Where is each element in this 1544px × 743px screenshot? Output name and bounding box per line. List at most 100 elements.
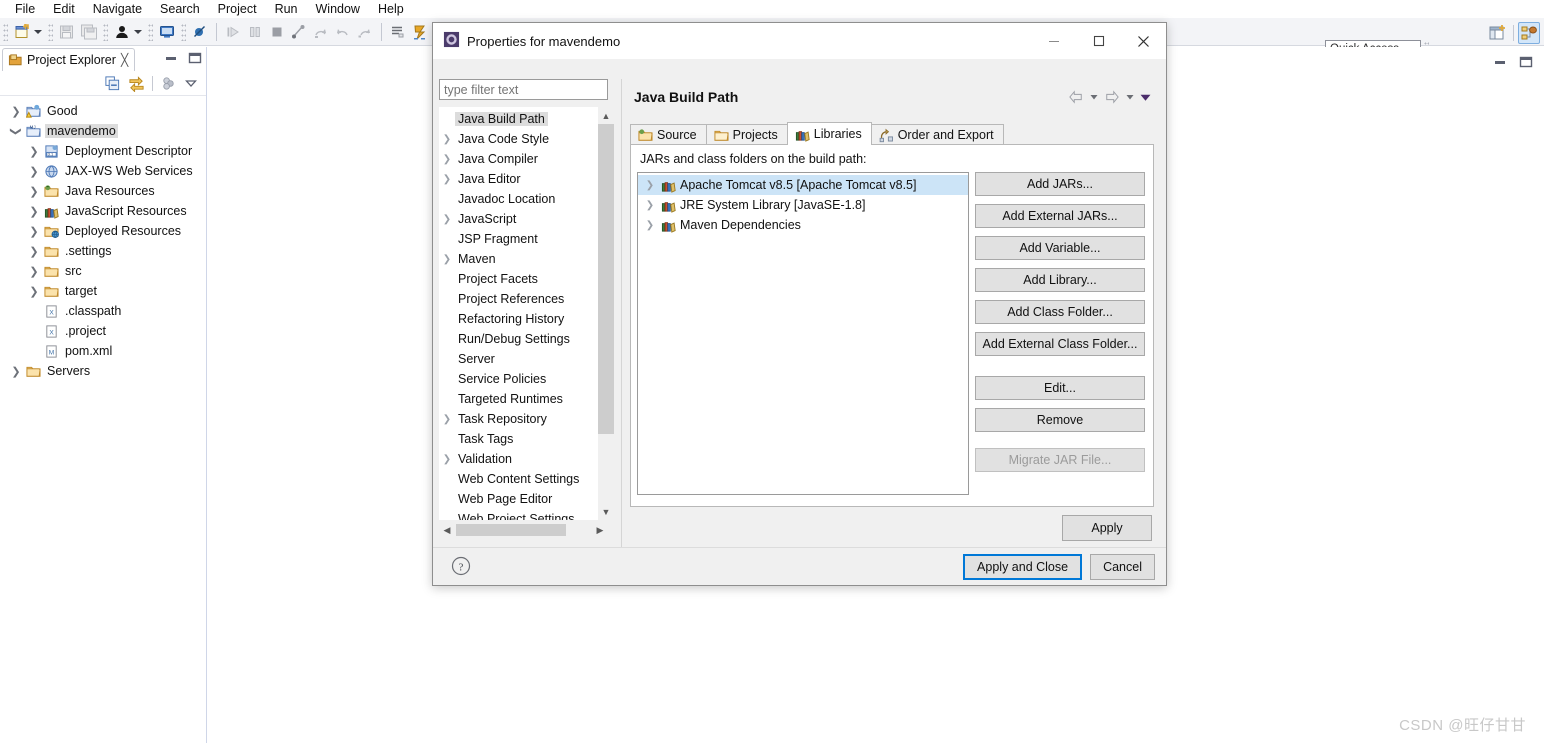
tab-project-explorer[interactable]: Project Explorer ╳	[2, 48, 136, 71]
save-button[interactable]	[56, 21, 78, 43]
tree-item-pom-xml[interactable]: Mpom.xml	[0, 341, 206, 361]
chevron-right-icon[interactable]: ❯	[8, 105, 24, 118]
nav-item-javascript[interactable]: ❯ JavaScript	[439, 209, 591, 229]
nav-item-project-references[interactable]: Project References	[439, 289, 591, 309]
chevron-right-icon[interactable]: ❯	[26, 265, 42, 278]
add-library-button[interactable]: Add Library...	[975, 268, 1145, 292]
nav-item-service-policies[interactable]: Service Policies	[439, 369, 591, 389]
nav-item-jsp-fragment[interactable]: JSP Fragment	[439, 229, 591, 249]
nav-item-server[interactable]: Server	[439, 349, 591, 369]
remove-button[interactable]: Remove	[975, 408, 1145, 432]
nav-item-web-content-settings[interactable]: Web Content Settings	[439, 469, 591, 489]
filter-input[interactable]	[439, 79, 608, 100]
chevron-right-icon[interactable]: ❯	[439, 154, 455, 165]
tree-item-deployed-resources[interactable]: ❯ Deployed Resources	[0, 221, 206, 241]
menu-search[interactable]: Search	[151, 0, 209, 18]
jar-entry[interactable]: ❯ Maven Dependencies	[638, 215, 968, 235]
skip-all-breakpoints-button[interactable]	[189, 21, 211, 43]
add-external-jars-button[interactable]: Add External JARs...	[975, 204, 1145, 228]
scroll-left-icon[interactable]: ◀	[439, 522, 455, 538]
nav-item-task-repository[interactable]: ❯ Task Repository	[439, 409, 591, 429]
scroll-right-icon[interactable]: ▶	[592, 522, 608, 538]
menu-project[interactable]: Project	[209, 0, 266, 18]
scroll-down-icon[interactable]: ▼	[598, 503, 614, 520]
chevron-right-icon[interactable]: ❯	[26, 185, 42, 198]
chevron-right-icon[interactable]: ❯	[26, 145, 42, 158]
menu-edit[interactable]: Edit	[44, 0, 84, 18]
tree-item-servers[interactable]: ❯ Servers	[0, 361, 206, 381]
chevron-right-icon[interactable]: ❯	[439, 174, 455, 185]
nav-item-web-page-editor[interactable]: Web Page Editor	[439, 489, 591, 509]
nav-horizontal-scrollbar[interactable]: ◀ ▶	[439, 522, 608, 538]
maximize-icon[interactable]	[1518, 55, 1534, 69]
collapse-all-icon[interactable]	[104, 75, 121, 92]
chevron-right-icon[interactable]: ❯	[439, 134, 455, 145]
close-icon[interactable]: ╳	[121, 53, 128, 67]
run-configurations-button[interactable]	[409, 21, 431, 43]
chevron-right-icon[interactable]: ❯	[26, 225, 42, 238]
tree-item-src[interactable]: ❯ src	[0, 261, 206, 281]
menu-help[interactable]: Help	[369, 0, 413, 18]
project-tree[interactable]: ❯ Good ❯ M Jmavendemo ❯ 3.1 Deployment Descript…	[0, 97, 206, 743]
minimize-icon[interactable]	[1492, 55, 1508, 69]
menu-run[interactable]: Run	[266, 0, 307, 18]
tree-item-javascript-resources[interactable]: ❯ JavaScript Resources	[0, 201, 206, 221]
back-dropdown-icon[interactable]	[1089, 92, 1099, 102]
help-icon[interactable]: ?	[451, 556, 471, 579]
tree-item-good[interactable]: ❯ Good	[0, 101, 206, 121]
add-variable-button[interactable]: Add Variable...	[975, 236, 1145, 260]
chevron-right-icon[interactable]: ❯	[439, 414, 455, 425]
tree-item-classpath[interactable]: X .classpath	[0, 301, 206, 321]
dialog-minimize-button[interactable]	[1031, 23, 1076, 59]
menu-navigate[interactable]: Navigate	[84, 0, 151, 18]
nav-vertical-scrollbar[interactable]: ▲ ▼	[598, 107, 614, 520]
forward-dropdown-icon[interactable]	[1125, 92, 1135, 102]
tree-item-mavendemo[interactable]: ❯ M J mavendemo	[0, 121, 206, 141]
jars-list[interactable]: ❯ Apache Tomcat v8.5 [Apache Tomcat v8.5]…	[637, 172, 969, 495]
chevron-right-icon[interactable]: ❯	[439, 454, 455, 465]
chevron-down-icon[interactable]: ❯	[10, 123, 23, 139]
nav-item-run-debug-settings[interactable]: Run/Debug Settings	[439, 329, 591, 349]
chevron-right-icon[interactable]: ❯	[26, 165, 42, 178]
edit-button[interactable]: Edit...	[975, 376, 1145, 400]
open-perspective-icon[interactable]	[1487, 22, 1509, 44]
chevron-right-icon[interactable]: ❯	[26, 245, 42, 258]
new-wizard-button[interactable]	[11, 21, 33, 43]
nav-item-java-editor[interactable]: ❯ Java Editor	[439, 169, 591, 189]
nav-item-java-compiler[interactable]: ❯ Java Compiler	[439, 149, 591, 169]
tree-item-target[interactable]: ❯ target	[0, 281, 206, 301]
open-console-button[interactable]	[156, 21, 178, 43]
nav-item-java-code-style[interactable]: ❯ Java Code Style	[439, 129, 591, 149]
jar-entry[interactable]: ❯ JRE System Library [JavaSE-1.8]	[638, 195, 968, 215]
nav-item-java-build-path[interactable]: Java Build Path	[439, 109, 591, 129]
nav-item-targeted-runtimes[interactable]: Targeted Runtimes	[439, 389, 591, 409]
nav-item-javadoc-location[interactable]: Javadoc Location	[439, 189, 591, 209]
tree-item-deployment-descriptor[interactable]: ❯ 3.1 Deployment Descriptor	[0, 141, 206, 161]
user-dropdown-arrow[interactable]	[134, 29, 142, 34]
menu-file[interactable]: File	[6, 0, 44, 18]
scroll-up-icon[interactable]: ▲	[598, 107, 614, 124]
dialog-maximize-button[interactable]	[1076, 23, 1121, 59]
apply-button[interactable]: Apply	[1062, 515, 1152, 541]
tree-item-settings[interactable]: ❯ .settings	[0, 241, 206, 261]
add-external-class-folder-button[interactable]: Add External Class Folder...	[975, 332, 1145, 356]
add-class-folder-button[interactable]: Add Class Folder...	[975, 300, 1145, 324]
external-tools-button[interactable]	[387, 21, 409, 43]
view-menu-filters-icon[interactable]	[160, 75, 177, 92]
maximize-icon[interactable]	[187, 51, 203, 65]
tree-item-project[interactable]: X .project	[0, 321, 206, 341]
add-jars-button[interactable]: Add JARs...	[975, 172, 1145, 196]
view-menu-icon[interactable]	[184, 76, 198, 90]
nav-item-refactoring-history[interactable]: Refactoring History	[439, 309, 591, 329]
tab-libraries[interactable]: Libraries	[786, 122, 872, 145]
user-profile-button[interactable]	[111, 21, 133, 43]
chevron-down-icon[interactable]	[1140, 92, 1151, 103]
build-path-tabs[interactable]: Source Projects Libraries Order and Export	[630, 122, 1154, 145]
minimize-icon[interactable]	[163, 51, 179, 65]
tab-projects[interactable]: Projects	[705, 124, 788, 145]
chevron-right-icon[interactable]: ❯	[642, 200, 658, 211]
chevron-right-icon[interactable]: ❯	[439, 214, 455, 225]
nav-item-project-facets[interactable]: Project Facets	[439, 269, 591, 289]
menu-window[interactable]: Window	[307, 0, 369, 18]
nav-item-web-project-settings[interactable]: Web Project Settings	[439, 509, 591, 520]
